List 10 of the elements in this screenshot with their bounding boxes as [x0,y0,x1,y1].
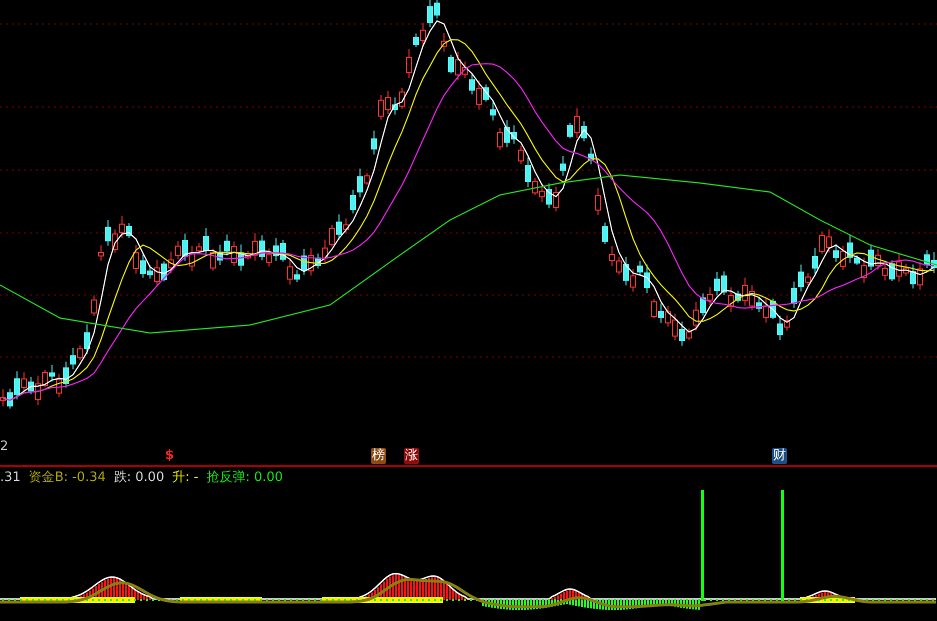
indicator-value: 升: - [172,469,198,488]
indicator-value: .31 [0,469,21,488]
signal-badge: 涨 [404,448,419,464]
signal-badge: 财 [772,448,787,464]
indicator-value: 跌: 0.00 [114,469,164,488]
axis-label: 2 [0,439,8,456]
indicator-value: 抢反弹: 0.00 [206,469,283,488]
signal-marker: $ [164,448,176,464]
indicator-value: 资金B: -0.34 [28,469,106,488]
signal-badge: 榜 [371,448,386,464]
